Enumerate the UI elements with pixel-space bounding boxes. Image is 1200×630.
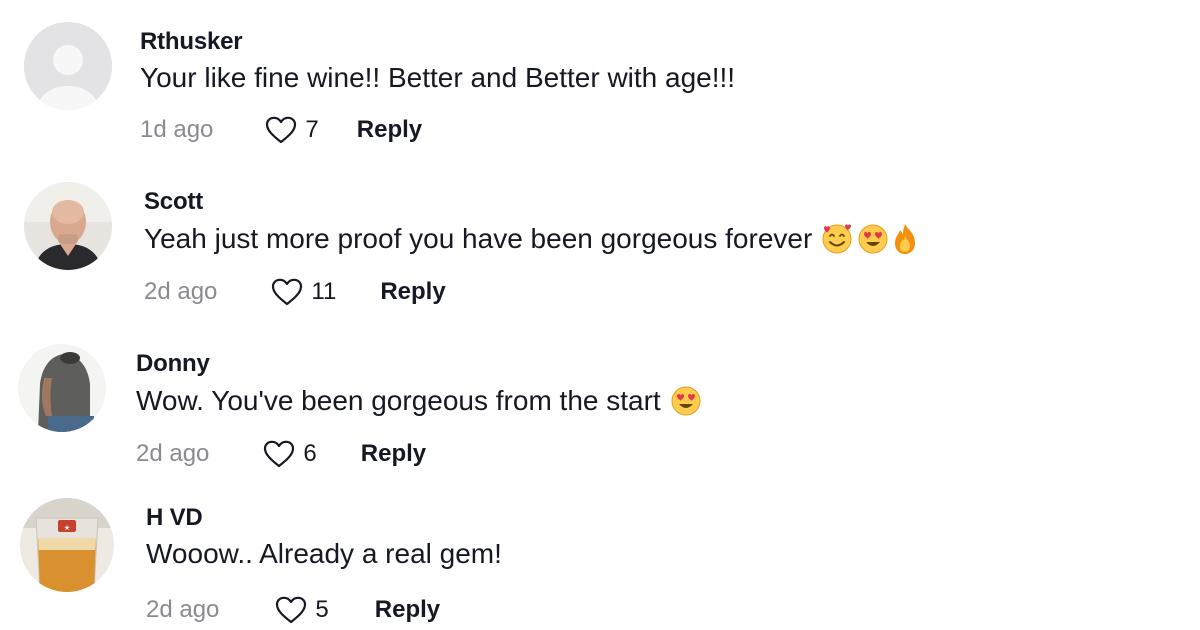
comment-meta: 2d ago 5 Reply [146, 596, 440, 624]
heart-icon [264, 440, 295, 468]
smiling-face-with-hearts-icon [820, 222, 854, 256]
comment-username[interactable]: H VD [146, 504, 203, 532]
comment-text: Yeah just more proof you have been gorge… [144, 222, 918, 256]
avatar-photo-icon: ★ [20, 498, 114, 592]
like-count: 11 [311, 278, 337, 305]
comment-text: Wow. You've been gorgeous from the start [136, 384, 703, 418]
heart-eyes-icon [856, 222, 890, 256]
heart-eyes-icon [669, 384, 703, 418]
avatar[interactable] [24, 182, 112, 270]
avatar-photo-icon [24, 182, 112, 270]
svg-text:★: ★ [64, 524, 70, 532]
heart-icon [276, 596, 307, 624]
comment-username[interactable]: Scott [144, 188, 203, 216]
comment-text-body: Wow. You've been gorgeous from the start [136, 385, 661, 416]
comment-text: Wooow.. Already a real gem! [146, 538, 502, 570]
comment-text-body: Wooow.. Already a real gem! [146, 538, 502, 569]
heart-icon [272, 278, 303, 306]
avatar[interactable] [18, 344, 106, 432]
like-button[interactable]: 11 [271, 278, 336, 306]
comment-text-body: Yeah just more proof you have been gorge… [144, 223, 813, 254]
reply-button[interactable]: Reply [375, 596, 440, 624]
like-button[interactable]: 6 [263, 440, 317, 468]
comment-timestamp: 2d ago [144, 278, 218, 305]
reply-button[interactable]: Reply [361, 440, 426, 468]
comment-item: ★ H VD Wooow.. Already a real gem! 2d ag… [0, 0, 1200, 624]
comment-username[interactable]: Donny [136, 350, 210, 378]
comment-timestamp: 2d ago [146, 596, 220, 623]
like-count: 6 [303, 440, 317, 467]
reply-button[interactable]: Reply [380, 278, 445, 306]
like-button[interactable]: 5 [275, 596, 329, 624]
comment-meta: 2d ago 6 Reply [136, 440, 426, 468]
like-count: 5 [315, 596, 329, 623]
comment-timestamp: 2d ago [136, 440, 210, 467]
avatar[interactable]: ★ [20, 498, 114, 592]
comment-meta: 2d ago 11 Reply [144, 278, 446, 306]
fire-icon [892, 222, 918, 256]
avatar-photo-icon [18, 344, 106, 432]
